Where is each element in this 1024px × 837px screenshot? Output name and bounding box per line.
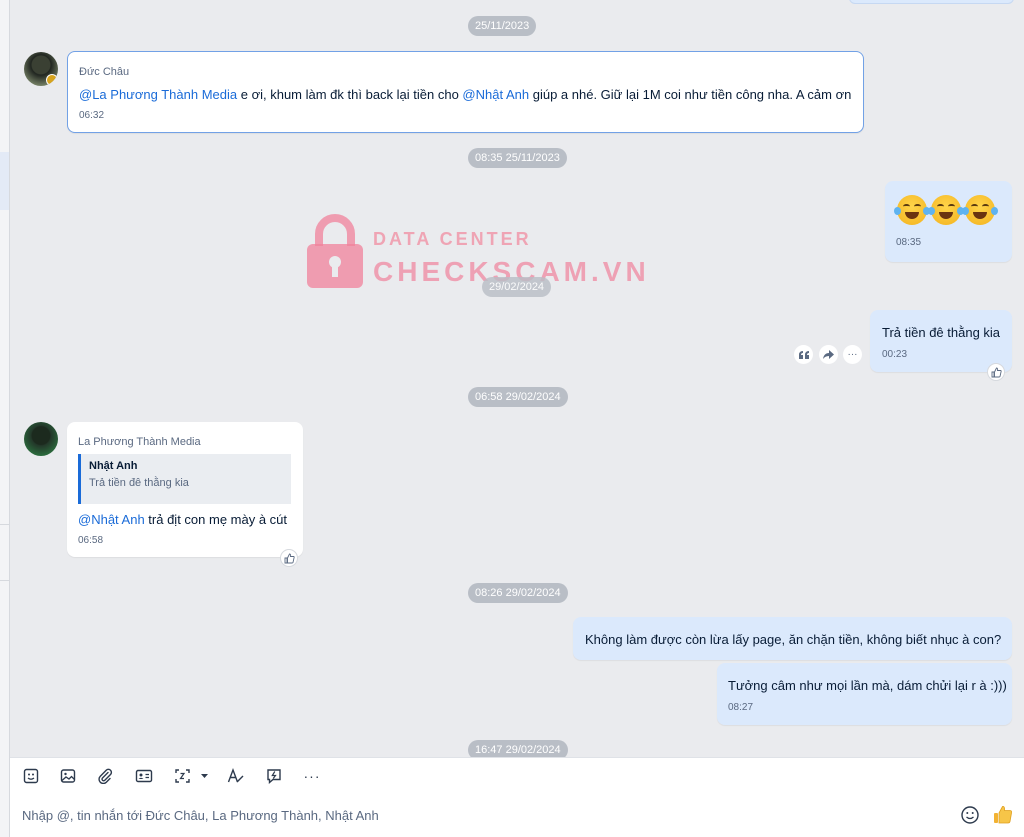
message-bubble[interactable]: 08:35 (885, 181, 1012, 262)
thumbs-up-icon (991, 367, 1002, 377)
date-separator: 06:58 29/02/2024 (468, 387, 568, 407)
message-bubble[interactable]: Tưởng câm như mọi lần mà, dám chửi lại r… (717, 663, 1012, 725)
screenshot-icon (175, 769, 208, 783)
contact-card-icon (135, 769, 153, 783)
image-button[interactable] (59, 767, 77, 785)
date-separator: 08:35 25/11/2023 (468, 148, 567, 168)
divider (0, 524, 9, 525)
format-text-button[interactable] (227, 767, 245, 785)
format-text-icon (227, 768, 244, 783)
avatar-la-phuong-thanh-media[interactable] (24, 422, 58, 456)
message-text: @Nhật Anh trả địt con mẹ mày à cút (78, 512, 287, 527)
forward-button[interactable] (819, 345, 838, 364)
mention-link[interactable]: @Nhật Anh (462, 87, 529, 102)
message-text: @La Phương Thành Media e ơi, khum làm đk… (79, 87, 851, 102)
send-like-button[interactable] (992, 804, 1014, 826)
message-time: 06:32 (79, 110, 105, 121)
quick-message-button[interactable] (265, 767, 283, 785)
image-icon (60, 769, 76, 783)
message-bubble[interactable]: La Phương Thành Media Nhật Anh Trả tiền … (67, 422, 303, 557)
message-text-part: e ơi, khum làm đk thì back lại tiền cho (237, 87, 463, 102)
laughing-tears-emoji-icon (928, 195, 964, 225)
message-text-part: giúp a nhé. Giữ lại 1M coi như tiền công… (529, 87, 852, 102)
mention-link[interactable]: @La Phương Thành Media (79, 87, 237, 102)
sticker-icon (23, 768, 39, 784)
watermark: DATA CENTER CHECKSCAM.VN (305, 212, 646, 292)
thumbs-up-icon (994, 806, 1012, 824)
emoji-row (894, 195, 999, 225)
more-actions-button[interactable]: ··· (843, 345, 862, 364)
message-time: 08:35 (896, 237, 922, 248)
message-text-part: trả địt con mẹ mày à cút (144, 512, 288, 527)
message-text: Trả tiền đê thằng kia (882, 325, 1001, 340)
forward-icon (823, 350, 834, 359)
quote-icon (798, 350, 809, 359)
message-text: Tưởng câm như mọi lần mà, dám chửi lại r… (728, 678, 1007, 693)
lock-icon (307, 214, 363, 288)
thumbs-up-icon (284, 553, 295, 563)
message-input[interactable]: Nhập @, tin nhắn tới Đức Châu, La Phương… (22, 808, 379, 823)
watermark-line1: DATA CENTER (373, 229, 532, 249)
attach-button[interactable] (96, 767, 114, 785)
message-time: 08:27 (728, 702, 754, 713)
laughing-tears-emoji-icon (962, 195, 998, 225)
message-bubble[interactable]: Đức Châu @La Phương Thành Media e ơi, kh… (67, 51, 864, 133)
react-button[interactable] (280, 549, 298, 567)
selected-conversation-edge (0, 152, 9, 210)
emoji-icon (961, 806, 979, 824)
date-separator: 08:26 29/02/2024 (468, 583, 568, 603)
react-button[interactable] (987, 363, 1005, 381)
previous-message-bubble (849, 0, 1014, 4)
message-input-area[interactable]: Nhập @, tin nhắn tới Đức Châu, La Phương… (10, 794, 1024, 837)
sticker-button[interactable] (22, 767, 40, 785)
divider (0, 580, 9, 581)
contact-card-button[interactable] (135, 767, 153, 785)
more-icon: ··· (847, 349, 858, 360)
more-options-button[interactable]: ··· (303, 767, 321, 785)
laughing-tears-emoji-icon (894, 195, 930, 225)
message-text: Không làm được còn lừa lấy page, ăn chặn… (585, 632, 1002, 647)
quoted-text: Trả tiền đê thằng kia (89, 477, 189, 489)
more-icon: ··· (303, 768, 321, 784)
avatar-duc-chau[interactable] (24, 52, 58, 86)
date-separator: 25/11/2023 (468, 16, 537, 36)
message-bubble[interactable]: Trả tiền đê thằng kia 00:23 (870, 310, 1012, 372)
key-badge-icon (46, 74, 58, 86)
quoted-sender: Nhật Anh (89, 460, 138, 472)
composer-toolbar: ··· (10, 757, 1024, 795)
quoted-message[interactable]: Nhật Anh Trả tiền đê thằng kia (78, 454, 291, 504)
sender-name: Đức Châu (79, 66, 130, 78)
quick-message-icon (267, 769, 281, 784)
message-bubble[interactable]: Không làm được còn lừa lấy page, ăn chặn… (573, 617, 1012, 660)
quote-reply-button[interactable] (794, 345, 813, 364)
attach-icon (98, 768, 113, 784)
message-time: 00:23 (882, 349, 908, 360)
emoji-button[interactable] (960, 805, 980, 825)
screenshot-button[interactable] (174, 767, 212, 785)
sender-name: La Phương Thành Media (78, 436, 201, 448)
message-time: 06:58 (78, 535, 104, 546)
left-sidebar-edge (0, 0, 10, 837)
mention-link[interactable]: @Nhật Anh (78, 512, 145, 527)
date-separator: 29/02/2024 (482, 277, 552, 297)
